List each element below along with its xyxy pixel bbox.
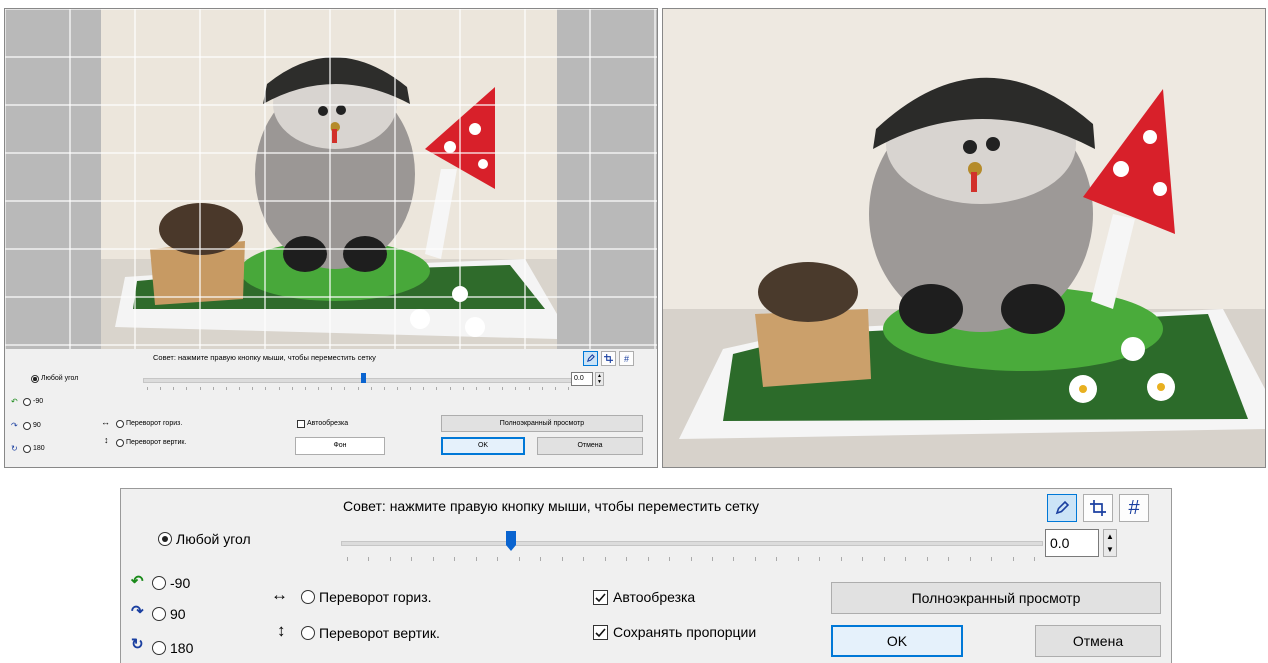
rotate-left-icon: ↶ (11, 397, 18, 406)
result-photo-panel (662, 8, 1266, 468)
result-photo (663, 9, 1265, 467)
grid-tool-button[interactable]: # (619, 351, 634, 366)
flip-horizontal-label-large: Переворот гориз. (319, 589, 432, 605)
rotated-photo-preview[interactable] (5, 9, 657, 349)
angle-slider-ticks (147, 387, 569, 390)
rotate-180-icon: ↻ (11, 444, 18, 453)
rotate-right-icon-large: ↷ (131, 603, 144, 620)
autocrop-label-small: Автообрезка (307, 420, 349, 427)
any-angle-radio[interactable] (31, 375, 39, 383)
pencil-icon (1055, 500, 1070, 515)
tip-text: Совет: нажмите правую кнопку мыши, чтобы… (153, 353, 376, 362)
crop-tool-button[interactable] (601, 351, 616, 366)
any-angle-label-large: Любой угол (176, 531, 251, 547)
rotate-minus90-radio-large[interactable] (152, 576, 166, 590)
rotate-left-icon-large: ↶ (131, 573, 144, 590)
rotate-180-radio-large[interactable] (152, 641, 166, 655)
flip-horizontal-radio-large[interactable] (301, 590, 315, 604)
pencil-icon (586, 354, 595, 363)
rotate-controls-small: Совет: нажмите правую кнопку мыши, чтобы… (5, 349, 657, 467)
rotate-dialog-preview-panel: Совет: нажмите правую кнопку мыши, чтобы… (4, 8, 658, 468)
rotate-90-label: 90 (33, 422, 41, 429)
rotate-90-radio[interactable] (23, 422, 31, 430)
flip-vertical-label-large: Переворот вертик. (319, 625, 440, 641)
checkmark-icon (595, 593, 606, 603)
angle-input-large[interactable]: 0.0 (1045, 529, 1099, 557)
keep-ratio-checkbox[interactable] (593, 625, 608, 640)
cancel-button-small[interactable]: Отмена (537, 437, 643, 455)
flip-vertical-icon: ↕ (104, 435, 109, 445)
rotate-180-icon-large: ↻ (131, 636, 144, 653)
crop-icon (1090, 500, 1106, 516)
rotate-minus90-label: -90 (33, 398, 44, 405)
angle-slider-track[interactable] (143, 378, 575, 383)
angle-spin-buttons-large[interactable]: ▲ ▼ (1103, 529, 1117, 557)
fullscreen-preview-button[interactable]: Полноэкранный просмотр (831, 582, 1161, 614)
rotate-minus90-radio[interactable] (23, 398, 31, 406)
grid-icon: # (1128, 496, 1140, 519)
ok-button[interactable]: OK (831, 625, 963, 657)
grid-tool-button-large[interactable]: # (1119, 494, 1149, 522)
autocrop-label: Автообрезка (613, 589, 696, 605)
angle-spin-buttons[interactable]: ▲ ▼ (595, 372, 604, 386)
flip-vertical-label: Переворот вертик. (126, 439, 187, 446)
keep-ratio-label: Сохранять пропорции (613, 624, 757, 640)
rotate-90-radio-large[interactable] (152, 607, 166, 621)
crop-icon (604, 354, 613, 363)
cancel-button[interactable]: Отмена (1035, 625, 1161, 657)
angle-slider-track-large[interactable] (341, 541, 1043, 546)
flip-horizontal-icon: ↔ (101, 417, 110, 427)
autocrop-checkbox-small[interactable] (297, 420, 305, 428)
flip-horizontal-radio[interactable] (116, 420, 124, 428)
rotate-minus90-label-large: -90 (170, 575, 191, 591)
rotate-180-label: 180 (33, 445, 45, 452)
any-angle-label: Любой угол (41, 375, 79, 382)
ok-button-small[interactable]: OK (441, 437, 525, 455)
rotate-180-radio[interactable] (23, 445, 31, 453)
draw-tool-button-large[interactable] (1047, 494, 1077, 522)
flip-vertical-radio-large[interactable] (301, 626, 315, 640)
flip-vertical-icon-large: ↕ (277, 621, 286, 640)
rotate-90-label-large: 90 (170, 606, 186, 622)
rotate-180-label-large: 180 (170, 640, 194, 656)
checkmark-icon (595, 628, 606, 638)
flip-horizontal-label: Переворот гориз. (126, 420, 183, 427)
any-angle-radio-large[interactable] (158, 532, 172, 546)
fullscreen-preview-button-small[interactable]: Полноэкранный просмотр (441, 415, 643, 432)
crop-tool-button-large[interactable] (1083, 494, 1113, 522)
flip-horizontal-icon-large: ↔ (271, 585, 288, 604)
angle-slider-thumb[interactable] (361, 373, 366, 383)
tip-text-large: Совет: нажмите правую кнопку мыши, чтобы… (343, 498, 760, 514)
draw-tool-button[interactable] (583, 351, 598, 366)
angle-input[interactable]: 0.0 (571, 372, 593, 386)
grid-icon: # (623, 353, 629, 364)
angle-slider-ticks-large (347, 557, 1035, 561)
background-button[interactable]: Фон (295, 437, 385, 455)
autocrop-checkbox[interactable] (593, 590, 608, 605)
flip-vertical-radio[interactable] (116, 439, 124, 447)
rotate-controls-enlarged: Совет: нажмите правую кнопку мыши, чтобы… (120, 488, 1172, 663)
rotate-right-icon: ↷ (11, 421, 18, 430)
angle-slider-thumb-large[interactable] (506, 531, 516, 551)
